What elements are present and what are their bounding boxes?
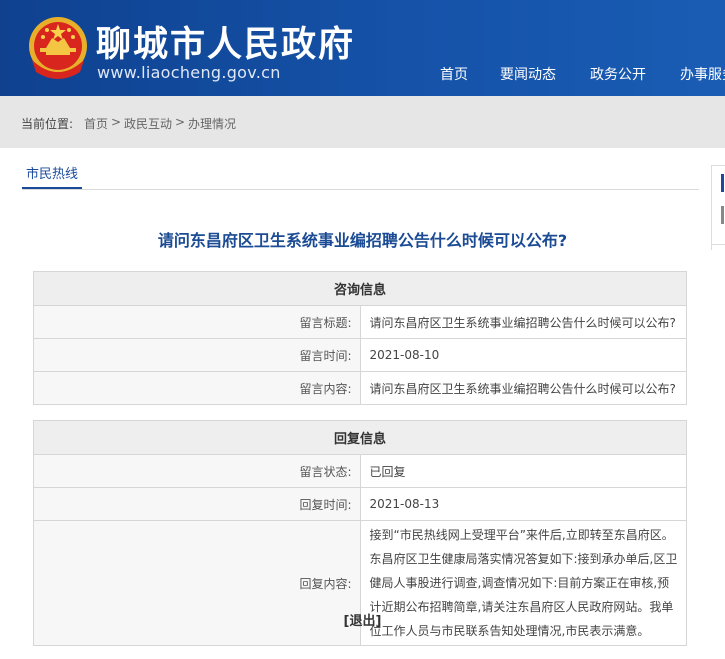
exit-link[interactable]: [退出] xyxy=(0,610,725,629)
table-row: 留言时间: 2021-08-10 xyxy=(33,338,687,372)
tab-divider xyxy=(22,189,699,190)
table-row: 回复时间: 2021-08-13 xyxy=(33,487,687,521)
consult-info-heading: 咨询信息 xyxy=(33,271,687,306)
reply-info-heading: 回复信息 xyxy=(33,420,687,455)
table-row: 留言状态: 已回复 xyxy=(33,454,687,488)
breadcrumb: 当前位置: 首页 > 政民互动 > 办理情况 xyxy=(0,96,725,148)
message-title-value: 请问东昌府区卫生系统事业编招聘公告什么时候可以公布? xyxy=(359,305,687,339)
message-time-value: 2021-08-10 xyxy=(359,338,687,372)
message-content-value: 请问东昌府区卫生系统事业编招聘公告什么时候可以公布? xyxy=(359,371,687,405)
nav-item-home[interactable]: 首页 xyxy=(440,64,468,84)
table-row: 留言标题: 请问东昌府区卫生系统事业编招聘公告什么时候可以公布? xyxy=(33,305,687,339)
nav-item-news[interactable]: 要闻动态 xyxy=(500,64,556,84)
breadcrumb-label: 当前位置: xyxy=(21,117,74,131)
message-title-label: 留言标题: xyxy=(33,305,361,339)
consult-info-table: 咨询信息 留言标题: 请问东昌府区卫生系统事业编招聘公告什么时候可以公布? 留言… xyxy=(33,271,687,405)
message-time-label: 留言时间: xyxy=(33,338,361,372)
national-emblem-icon xyxy=(29,17,87,79)
site-header: 聊城市人民政府 www.liaocheng.gov.cn 首页 要闻动态 政务公… xyxy=(0,0,725,96)
site-url: www.liaocheng.gov.cn xyxy=(97,63,281,82)
breadcrumb-interaction[interactable]: 政民互动 xyxy=(124,115,172,132)
table-row: 留言内容: 请问东昌府区卫生系统事业编招聘公告什么时候可以公布? xyxy=(33,371,687,405)
breadcrumb-home[interactable]: 首页 xyxy=(84,115,108,132)
tab-citizen-hotline[interactable]: 市民热线 xyxy=(22,163,82,189)
message-status-value: 已回复 xyxy=(359,454,687,488)
nav-item-gov-affairs[interactable]: 政务公开 xyxy=(590,64,646,84)
message-content-label: 留言内容: xyxy=(33,371,361,405)
breadcrumb-handling[interactable]: 办理情况 xyxy=(188,115,236,132)
breadcrumb-separator: > xyxy=(111,115,122,129)
reply-time-label: 回复时间: xyxy=(33,487,361,521)
reply-time-value: 2021-08-13 xyxy=(359,487,687,521)
site-title[interactable]: 聊城市人民政府 xyxy=(96,16,355,67)
breadcrumb-separator: > xyxy=(175,115,186,129)
message-status-label: 留言状态: xyxy=(33,454,361,488)
page-title: 请问东昌府区卫生系统事业编招聘公告什么时候可以公布? xyxy=(157,231,568,250)
nav-item-services[interactable]: 办事服务 xyxy=(680,64,725,84)
